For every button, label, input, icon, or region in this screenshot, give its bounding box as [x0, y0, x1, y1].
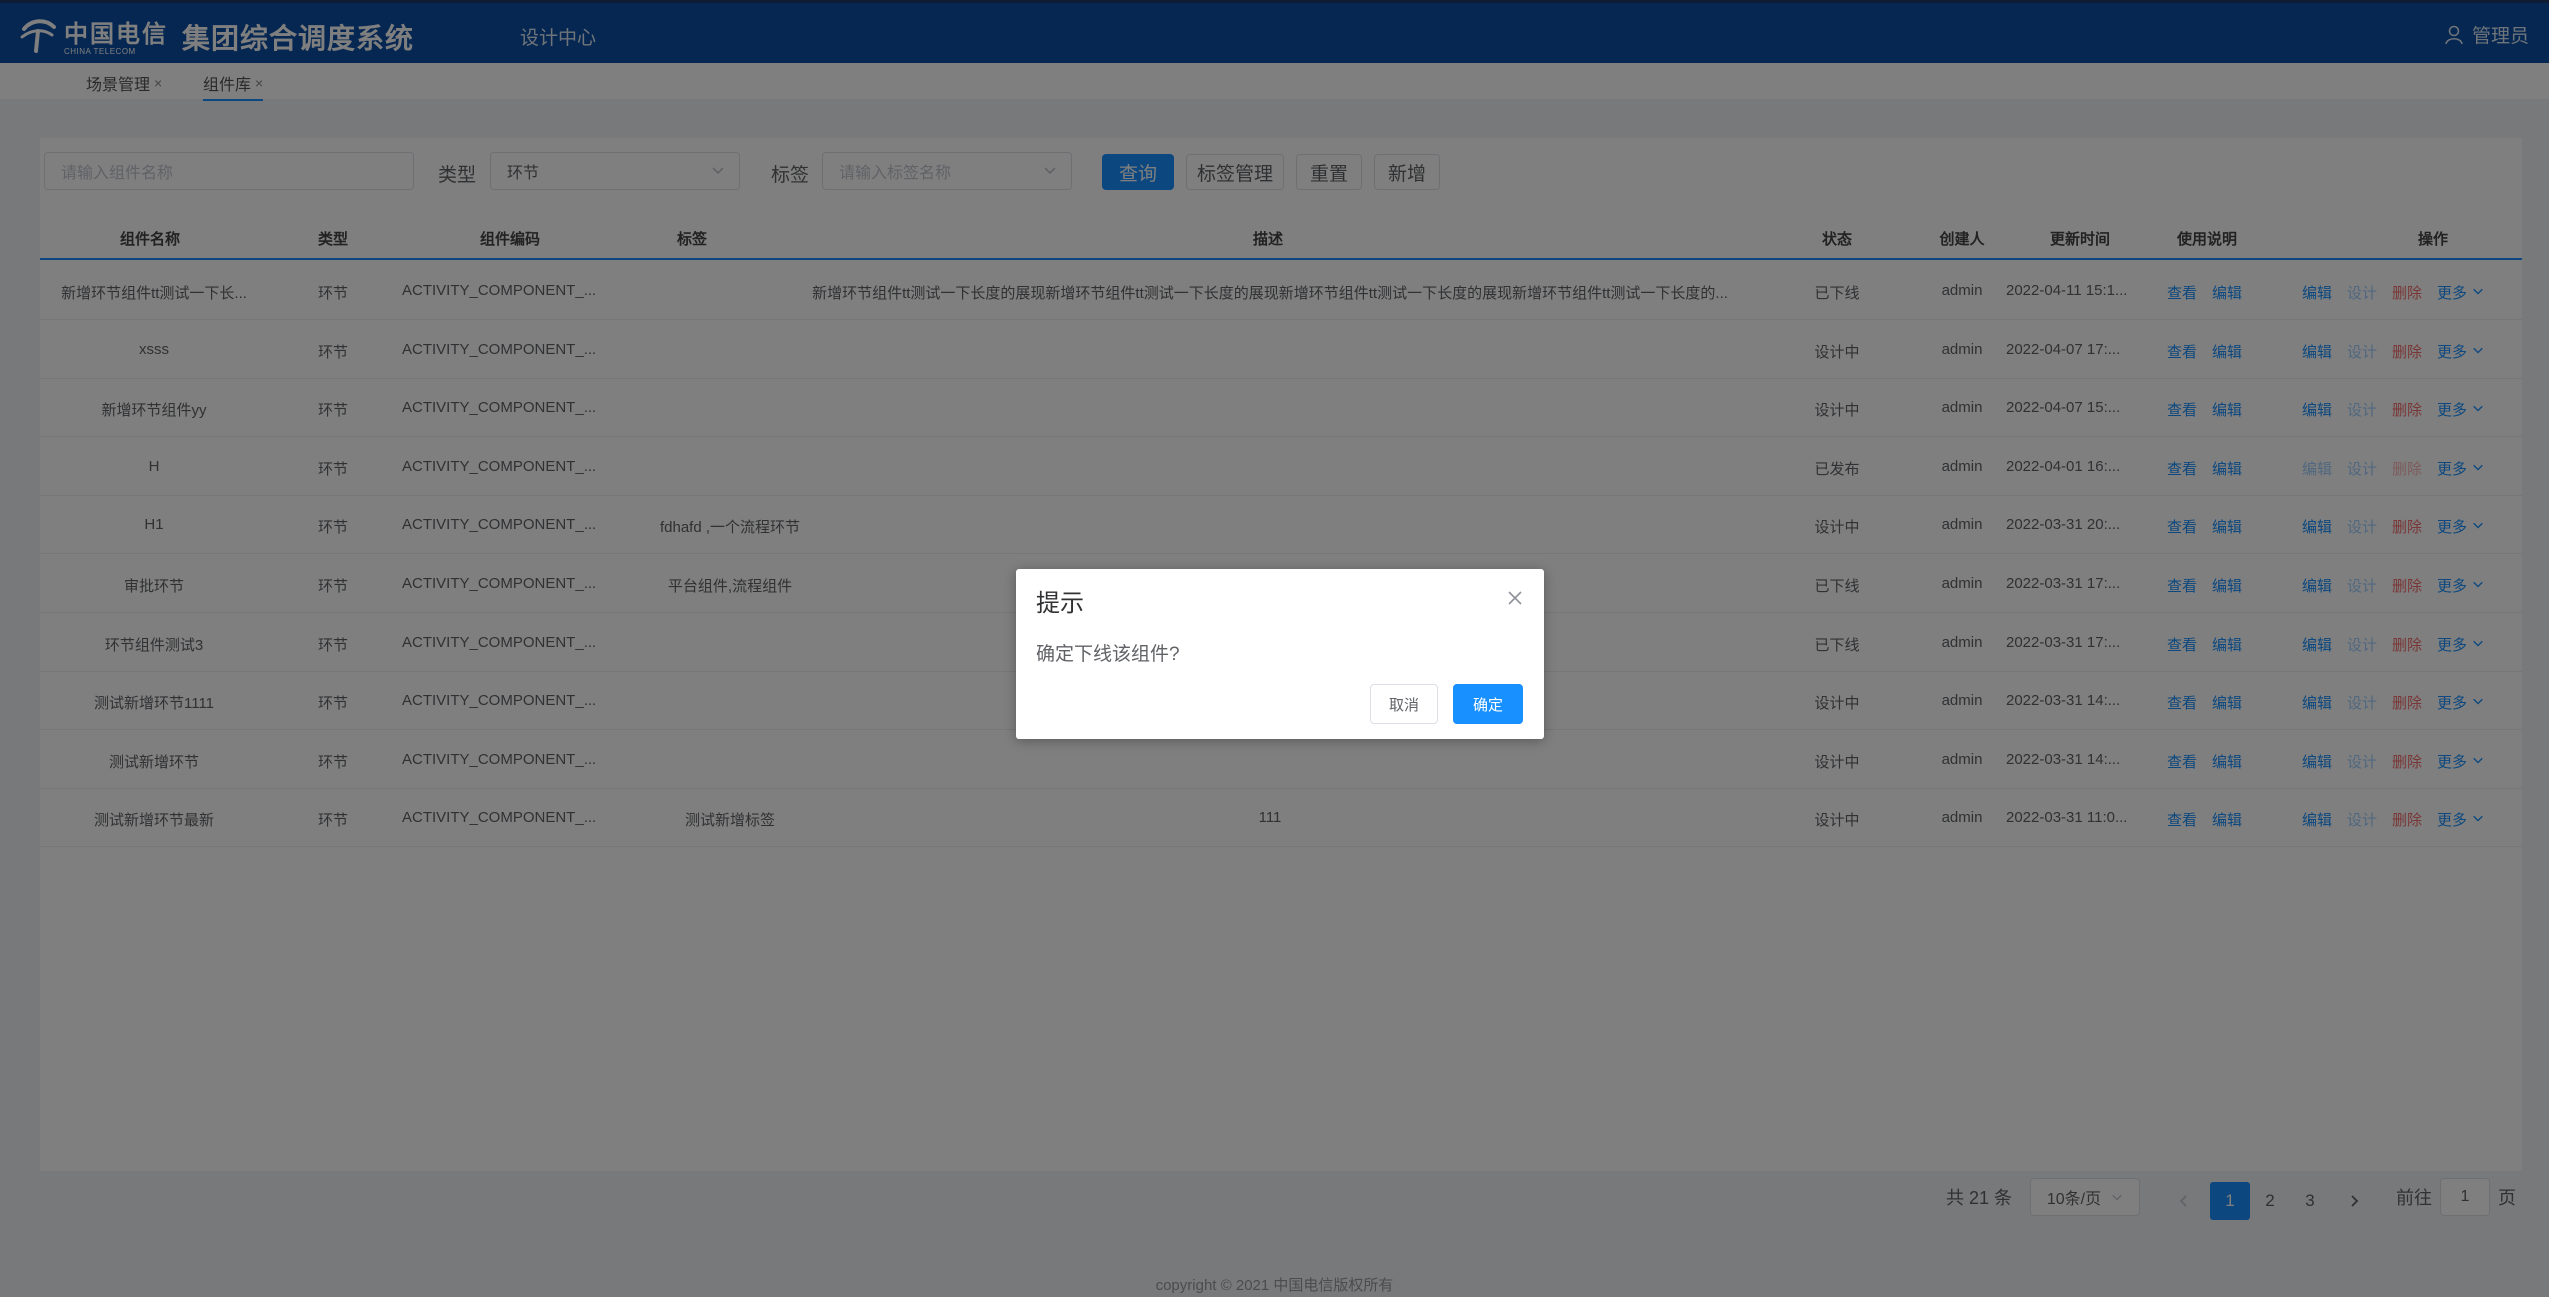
- dialog-title: 提示: [1036, 590, 1084, 617]
- cancel-button[interactable]: 取消: [1370, 684, 1438, 724]
- dialog-message: 确定下线该组件?: [1036, 644, 1180, 665]
- close-icon[interactable]: [1506, 589, 1524, 607]
- confirm-dialog: 提示 确定下线该组件? 取消 确定: [1016, 569, 1544, 739]
- confirm-button[interactable]: 确定: [1453, 684, 1523, 724]
